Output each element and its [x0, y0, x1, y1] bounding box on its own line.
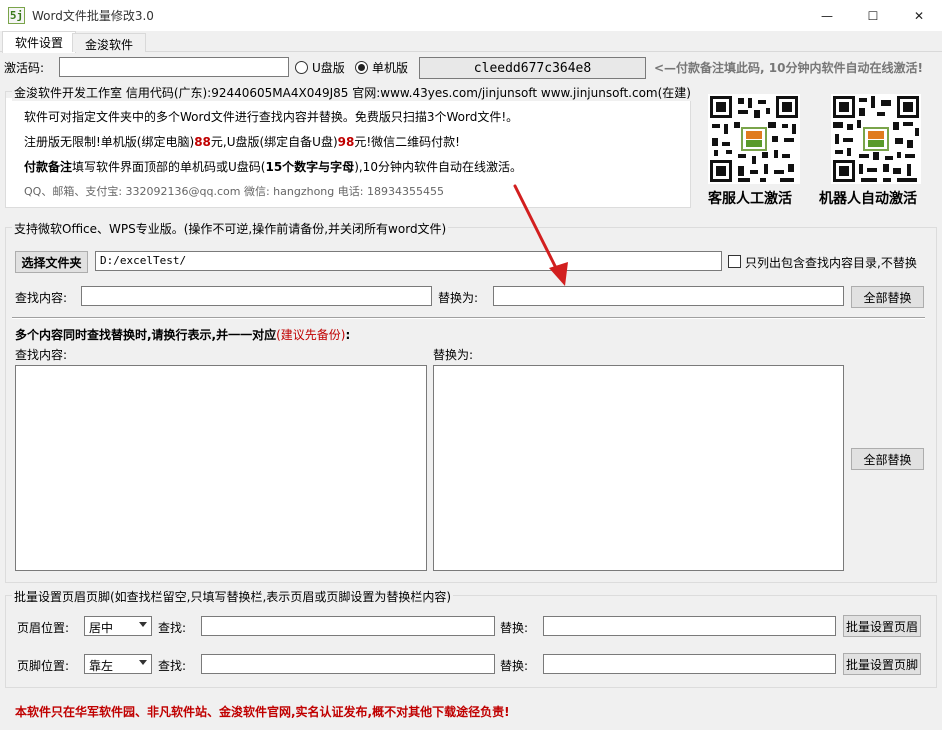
- replace-all-button[interactable]: 全部替换: [851, 286, 924, 308]
- set-footer-button[interactable]: 批量设置页脚: [843, 653, 921, 675]
- close-button[interactable]: ✕: [896, 0, 942, 31]
- tab-jinjun-software[interactable]: 金浚软件: [72, 33, 147, 52]
- list-only-label: 只列出包含查找内容目录,不替换: [745, 256, 917, 270]
- qr-label-robot: 机器人自动激活: [819, 191, 917, 207]
- find-input[interactable]: [81, 286, 432, 306]
- footer-position-select[interactable]: 靠左: [84, 654, 152, 674]
- pc-version-radio[interactable]: [355, 61, 368, 74]
- footer-position-label: 页脚位置:: [17, 659, 70, 673]
- set-header-button[interactable]: 批量设置页眉: [843, 615, 921, 637]
- header-find-input[interactable]: [201, 616, 495, 636]
- info-line-3-b: 填写软件界面顶部的单机码或U盘码(: [72, 160, 266, 174]
- app-logo-icon: 5j: [8, 7, 25, 24]
- minimize-button[interactable]: —: [804, 0, 850, 31]
- activation-code-label: 激活码:: [4, 61, 45, 75]
- studio-info-legend: 金浚软件开发工作室 信用代码(广东):92440605MA4X049J85 官网…: [12, 84, 693, 101]
- machine-code-field[interactable]: cleedd677c364e8: [419, 57, 646, 79]
- minimize-icon: —: [821, 8, 833, 23]
- qr-code-robot: [831, 94, 921, 184]
- find-replace-legend: 支持微软Office、WPS专业版。(操作不可逆,操作前请备份,并关闭所有wor…: [12, 220, 449, 237]
- multi-find-label: 查找内容:: [15, 348, 68, 362]
- find-label: 查找内容:: [15, 291, 68, 305]
- info-line-2-c: 元!微信二维码付款!: [354, 135, 460, 149]
- info-line-1: 软件可对指定文件夹中的多个Word文件进行查找内容并替换。免费版只扫描3个Wor…: [24, 110, 519, 124]
- multi-replace-textarea[interactable]: [433, 365, 844, 571]
- pc-version-label: 单机版: [372, 61, 409, 75]
- header-position-label: 页眉位置:: [17, 621, 70, 635]
- info-line-2: 注册版无限制!单机版(绑定电脑)88元,U盘版(绑定自备U盘)98元!微信二维码…: [24, 133, 460, 150]
- multi-replace-all-button[interactable]: 全部替换: [851, 448, 924, 470]
- window-title: Word文件批量修改3.0: [32, 9, 154, 23]
- tab-software-settings[interactable]: 软件设置: [2, 31, 77, 53]
- distribution-notice: 本软件只在华军软件园、非凡软件站、金浚软件官网,实名认证发布,概不对其他下载途径…: [15, 705, 510, 719]
- chevron-down-icon: [139, 622, 147, 627]
- header-footer-group: [5, 595, 937, 688]
- close-icon: ✕: [913, 8, 925, 23]
- header-replace-label: 替换:: [500, 621, 529, 635]
- footer-replace-label: 替换:: [500, 659, 529, 673]
- divider: [12, 317, 925, 319]
- chevron-down-icon: [139, 660, 147, 665]
- multi-replace-label: 替换为:: [433, 348, 474, 362]
- list-only-checkbox[interactable]: [728, 255, 741, 268]
- info-line-3-d: ),10分钟内软件自动在线激活。: [354, 160, 522, 174]
- header-position-select[interactable]: 居中: [84, 616, 152, 636]
- contact-info: QQ、邮箱、支付宝: 332092136@qq.com 微信: hangzhon…: [24, 185, 444, 198]
- qr-label-customer-service: 客服人工激活: [708, 191, 792, 207]
- header-footer-legend: 批量设置页眉页脚(如查找栏留空,只填写替换栏,表示页眉或页脚设置为替换栏内容): [12, 588, 453, 605]
- activation-notice: <—付款备注填此码, 10分钟内软件自动在线激活!: [654, 61, 923, 75]
- info-line-2-a: 注册版无限制!单机版(绑定电脑): [24, 135, 195, 149]
- price-pc: 88: [194, 135, 211, 149]
- header-position-value: 居中: [89, 621, 114, 635]
- info-line-2-b: 元,U盘版(绑定自备U盘): [210, 135, 338, 149]
- info-line-3-a: 付款备注: [24, 160, 73, 174]
- backup-warning: (建议先备份): [276, 328, 346, 342]
- multi-heading-text: 多个内容同时查找替换时,请换行表示,并一一对应: [15, 328, 277, 342]
- choose-folder-button[interactable]: 选择文件夹: [15, 251, 88, 273]
- header-find-label: 查找:: [158, 621, 187, 635]
- multi-heading: 多个内容同时查找替换时,请换行表示,并一一对应(建议先备份):: [15, 326, 350, 343]
- footer-find-label: 查找:: [158, 659, 187, 673]
- info-line-3-c: 15个数字与字母: [265, 160, 355, 174]
- qr-code-icon: [831, 94, 921, 184]
- price-usb: 98: [337, 135, 355, 149]
- maximize-button[interactable]: ☐: [850, 0, 896, 31]
- replace-label: 替换为:: [438, 291, 479, 305]
- footer-replace-input[interactable]: [543, 654, 836, 674]
- activation-code-input[interactable]: [59, 57, 289, 77]
- footer-position-value: 靠左: [89, 659, 114, 673]
- qr-code-customer-service: [708, 94, 800, 184]
- maximize-icon: ☐: [867, 8, 879, 23]
- header-replace-input[interactable]: [543, 616, 836, 636]
- usb-version-radio[interactable]: [295, 61, 308, 74]
- folder-path-input[interactable]: D:/excelTest/: [95, 251, 722, 271]
- usb-version-label: U盘版: [312, 61, 345, 75]
- qr-code-icon: [708, 94, 800, 184]
- multi-find-textarea[interactable]: [15, 365, 427, 571]
- multi-heading-colon: :: [345, 328, 351, 342]
- info-line-3: 付款备注填写软件界面顶部的单机码或U盘码(15个数字与字母),10分钟内软件自动…: [24, 158, 522, 175]
- annotation-arrow-icon: [513, 184, 568, 286]
- footer-find-input[interactable]: [201, 654, 495, 674]
